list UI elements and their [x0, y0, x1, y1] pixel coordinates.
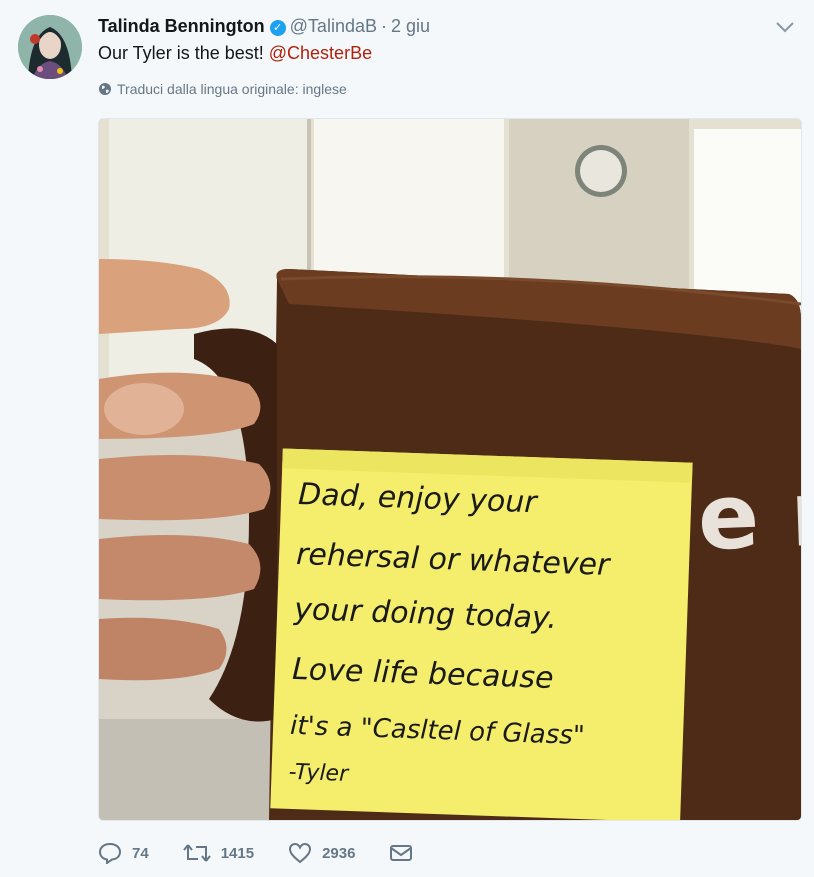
mention-link[interactable]: @ChesterBe — [269, 43, 372, 63]
retweet-icon — [182, 844, 211, 862]
tweet-text-body: Our Tyler is the best! — [98, 43, 264, 63]
message-button[interactable] — [389, 844, 423, 862]
like-icon — [289, 842, 312, 864]
tweet-actions: 74 1415 2936 — [98, 838, 457, 868]
like-button[interactable]: 2936 — [288, 842, 355, 864]
reply-icon — [98, 842, 122, 864]
mug-lettering: e ne p — [696, 455, 801, 571]
note-line: -Tyler — [288, 760, 350, 787]
reply-count: 74 — [132, 844, 149, 862]
tweet-date[interactable]: 2 giu — [391, 16, 430, 36]
author-name[interactable]: Talinda Bennington — [98, 16, 265, 36]
translate-label: Traduci dalla lingua originale: inglese — [117, 81, 347, 97]
like-count: 2936 — [322, 844, 356, 862]
tweet-photo[interactable]: e ne p Dad, enjoy your rehersal or whate… — [98, 118, 802, 821]
tweet: Talinda Bennington ✓ @TalindaB · 2 giu Our T… — [0, 0, 814, 877]
globe-icon — [99, 83, 111, 95]
message-icon — [390, 845, 413, 861]
tweet-text: Our Tyler is the best! @ChesterBe — [98, 43, 372, 64]
sticky-note: Dad, enjoy your rehersal or whatever you… — [270, 448, 693, 820]
translate-link[interactable]: Traduci dalla lingua originale: inglese — [98, 81, 347, 97]
separator: · — [380, 16, 387, 36]
avatar[interactable] — [18, 15, 82, 79]
retweet-count: 1415 — [220, 844, 255, 862]
reply-button[interactable]: 74 — [98, 842, 149, 864]
retweet-button[interactable]: 1415 — [182, 843, 255, 863]
chevron-down-icon[interactable] — [774, 18, 796, 36]
author-handle[interactable]: @TalindaB — [290, 16, 377, 36]
verified-icon: ✓ — [269, 20, 286, 36]
tweet-header: Talinda Bennington ✓ @TalindaB · 2 giu — [98, 16, 430, 37]
